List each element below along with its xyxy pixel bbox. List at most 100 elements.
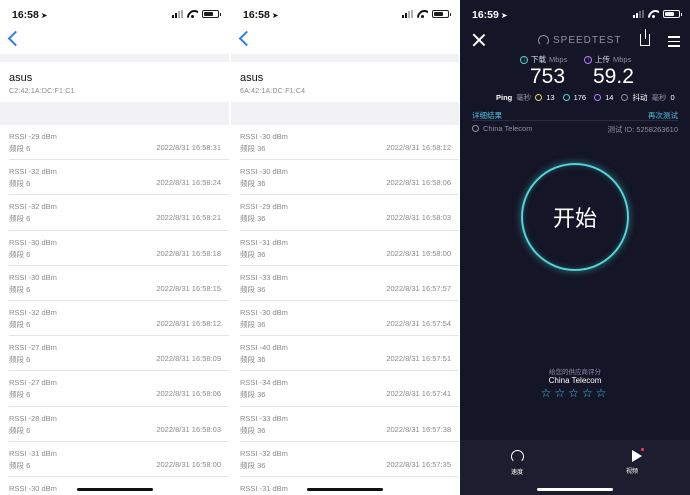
tab-speed[interactable]: 速度 — [487, 450, 547, 476]
list-item: RSSI -32 dBm 频段 6 2022/8/31 16:58:24 — [9, 160, 229, 196]
timestamp: 2022/8/31 16:58:03 — [386, 213, 451, 223]
list-item: RSSI -31 dBm — [240, 477, 459, 495]
wifi-icon — [648, 10, 659, 18]
list-item: RSSI -28 dBm 频段 6 2022/8/31 16:58:03 — [9, 407, 229, 442]
download-value: 753 — [530, 65, 566, 88]
timestamp: 2022/8/31 16:57:51 — [386, 354, 451, 364]
rssi-value: RSSI -33 dBm — [240, 272, 288, 282]
channel-value: 频段 36 — [240, 214, 266, 224]
list-item: RSSI -27 dBm 频段 6 2022/8/31 16:58:09 — [9, 336, 229, 372]
rssi-value: RSSI -32 dBm — [9, 167, 57, 177]
cellular-signal-icon — [633, 10, 644, 18]
ping-download-icon — [562, 94, 570, 101]
download-label-text: 下载 — [531, 55, 546, 64]
list-item: RSSI -32 dBm 频段 36 2022/8/31 16:57:35 — [240, 442, 459, 477]
channel-value: 频段 36 — [240, 249, 266, 259]
status-bar: 16:58 ➤ — [0, 0, 229, 28]
download-arrow-icon: ↓ — [520, 55, 528, 64]
battery-icon — [432, 10, 451, 18]
list-item: RSSI -30 dBm 频段 36 2022/8/31 16:58:12 — [240, 125, 459, 161]
ping-idle-value: 13 — [546, 93, 555, 102]
section-gap — [231, 54, 459, 62]
rssi-value: RSSI -30 dBm — [9, 272, 57, 282]
list-item: RSSI -30 dBm 频段 36 2022/8/31 16:57:54 — [240, 301, 459, 337]
list-item: RSSI -30 dBm — [9, 477, 229, 495]
list-item: RSSI -32 dBm 频段 6 2022/8/31 16:58:21 — [9, 195, 229, 231]
jitter-unit: 毫秒 — [651, 93, 667, 102]
isp-info: China Telecom — [472, 124, 532, 133]
timestamp: 2022/8/31 16:57:57 — [386, 283, 451, 293]
network-header: asus 6A:42:1A:DC:F1:C4 — [231, 62, 459, 102]
list-item: RSSI -31 dBm 频段 36 2022/8/31 16:58:00 — [240, 231, 459, 266]
home-indicator[interactable] — [537, 488, 613, 491]
section-gap — [0, 54, 229, 62]
home-indicator[interactable] — [307, 488, 383, 491]
download-label: ↓ 下载 Mbps — [520, 54, 567, 65]
status-time: 16:58 ➤ — [243, 9, 279, 21]
channel-value: 频段 6 — [9, 425, 31, 435]
list-item: RSSI -29 dBm 频段 36 2022/8/31 16:58:03 — [240, 195, 459, 231]
jitter-value: 0 — [670, 93, 675, 102]
cellular-signal-icon — [172, 10, 183, 18]
timestamp: 2022/8/31 16:58:00 — [386, 248, 451, 258]
rate-provider-name: China Telecom — [548, 376, 602, 385]
network-mac: C2:42:1A:DC:F1:C1 — [9, 88, 75, 95]
tab-bar: 速度 视频 — [460, 440, 690, 495]
channel-value: 频段 6 — [9, 144, 31, 153]
network-header: asus C2:42:1A:DC:F1:C1 — [0, 62, 229, 102]
channel-value: 频段 6 — [9, 179, 31, 189]
rssi-value: RSSI -40 dBm — [240, 343, 288, 353]
location-icon: ➤ — [271, 11, 279, 20]
tab-video-label: 视频 — [625, 469, 638, 475]
rssi-value: RSSI -31 dBm — [240, 483, 288, 493]
rssi-value: RSSI -32 dBm — [240, 448, 288, 458]
rate-provider-title: 给您的供应商评分 — [549, 369, 601, 376]
close-icon[interactable] — [472, 33, 486, 47]
share-icon[interactable] — [640, 29, 650, 46]
rssi-value: RSSI -27 dBm — [9, 343, 57, 353]
rating-stars[interactable]: ☆☆☆☆☆ — [460, 386, 690, 400]
gauge-icon — [538, 35, 549, 46]
tab-video[interactable]: 视频 — [602, 448, 662, 475]
ping-download-value: 176 — [573, 93, 587, 102]
jitter-icon — [621, 94, 629, 101]
start-button[interactable]: 开始 — [521, 163, 629, 271]
speedtest-panel: 16:59 ➤ SPEEDTEST ↓ 下载 Mbps ↑ 上传 Mbps 753… — [460, 0, 690, 495]
channel-value: 频段 36 — [240, 460, 266, 470]
list-item: RSSI -34 dBm 频段 36 2022/8/31 16:57:41 — [240, 371, 459, 407]
rssi-list: RSSI -30 dBm 频段 36 2022/8/31 16:58:12 RSSI … — [231, 125, 459, 495]
status-bar: 16:59 ➤ — [460, 0, 690, 28]
rssi-value: RSSI -30 dBm — [9, 483, 57, 493]
channel-value: 频段 6 — [9, 284, 31, 294]
timestamp: 2022/8/31 16:57:54 — [386, 318, 451, 328]
isp-name: China Telecom — [483, 124, 533, 133]
menu-icon[interactable] — [668, 36, 680, 47]
cellular-signal-icon — [402, 10, 413, 18]
list-item: RSSI -27 dBm 频段 6 2022/8/31 16:58:06 — [9, 371, 229, 407]
rssi-value: RSSI -29 dBm — [240, 202, 288, 212]
download-unit: Mbps — [549, 55, 568, 64]
home-indicator[interactable] — [76, 488, 153, 491]
channel-value: 频段 36 — [240, 179, 266, 189]
status-time: 16:59 ➤ — [472, 9, 508, 21]
rssi-value: RSSI -34 dBm — [240, 378, 288, 388]
network-name: asus — [240, 72, 264, 84]
timestamp: 2022/8/31 16:58:12 — [386, 143, 451, 152]
upload-value: 59.2 — [593, 65, 634, 88]
wifi-icon — [417, 10, 428, 18]
list-item: RSSI -33 dBm 频段 36 2022/8/31 16:57:38 — [240, 407, 459, 442]
back-chevron-icon[interactable] — [6, 30, 20, 48]
rssi-value: RSSI -32 dBm — [9, 307, 57, 317]
battery-icon — [663, 10, 682, 18]
channel-value: 频段 36 — [240, 390, 266, 400]
channel-value: 频段 36 — [240, 284, 266, 294]
battery-icon — [202, 10, 221, 18]
ping-unit: 毫秒 — [516, 93, 532, 102]
channel-value: 频段 6 — [9, 249, 31, 259]
rssi-list: RSSI -29 dBm 频段 6 2022/8/31 16:58:31 RSSI -… — [0, 125, 229, 495]
speedometer-icon — [510, 450, 524, 463]
jitter-label: 抖动 — [632, 93, 648, 102]
location-icon: ➤ — [500, 11, 508, 20]
back-chevron-icon[interactable] — [237, 30, 251, 48]
list-item: RSSI -31 dBm 频段 6 2022/8/31 16:58:00 — [9, 442, 229, 477]
